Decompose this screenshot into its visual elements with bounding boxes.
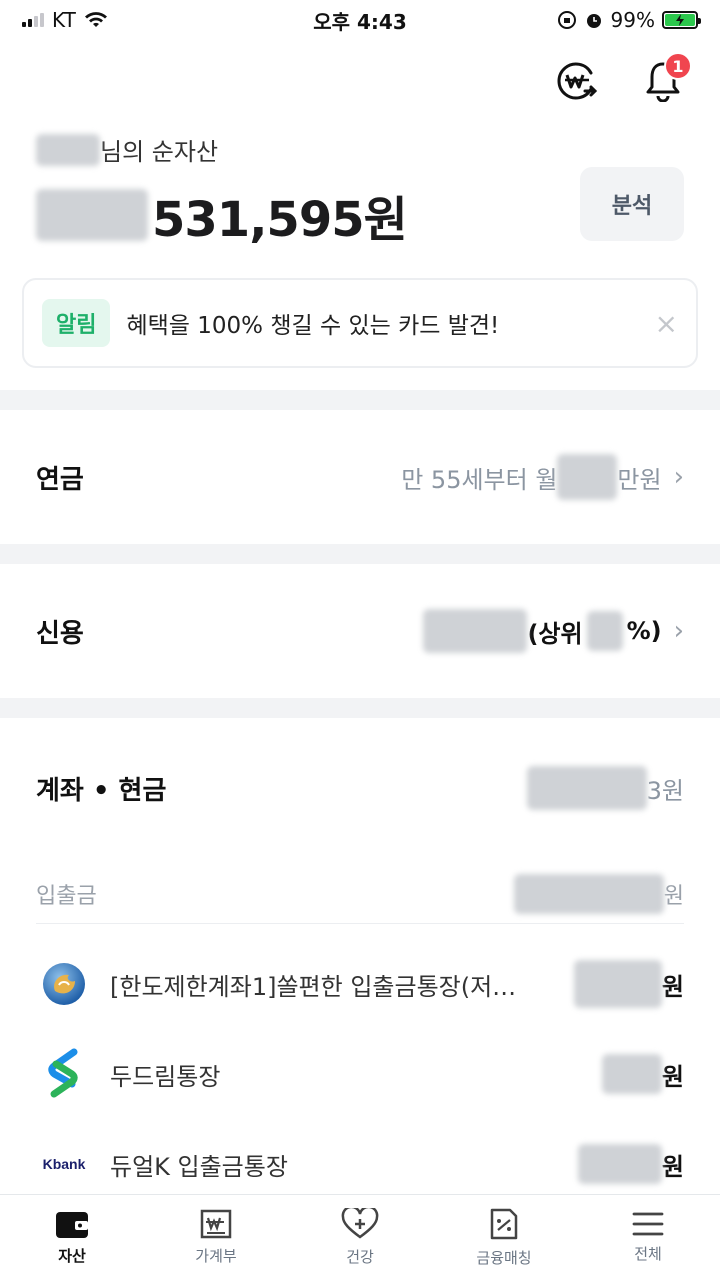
deposit-subheader: 입출금 원: [36, 864, 684, 924]
status-left: KT: [22, 8, 108, 32]
nav-label: 금융매칭: [476, 1249, 532, 1267]
credit-value-prefix: (상위: [527, 619, 583, 648]
nav-all[interactable]: 전체: [576, 1195, 720, 1280]
kbank-logo-text: Kbank: [42, 1156, 86, 1172]
won-exchange-icon: [557, 62, 598, 100]
top-actions: 1: [554, 52, 692, 104]
credit-value: (상위 %) ›: [423, 609, 684, 653]
redacted-account-amount: [601, 1054, 662, 1094]
sc-logo: [36, 1046, 92, 1102]
notice-tag: 알림: [42, 299, 111, 347]
kbank-logo: Kbank: [36, 1136, 92, 1192]
account-item[interactable]: [한도제한계좌1]쏠편한 입출금통장(저… 원: [36, 954, 684, 1014]
section-divider: [0, 544, 720, 564]
nav-assets[interactable]: 자산: [0, 1195, 144, 1280]
account-amount-suffix: 원: [661, 972, 684, 1001]
currency-exchange-button[interactable]: [554, 58, 600, 104]
account-name: [한도제한계좌1]쏠편한 입출금통장(저…: [110, 972, 517, 1001]
credit-title: 신용: [36, 618, 84, 649]
accounts-header[interactable]: 계좌 • 현금 3원: [0, 750, 720, 826]
accounts-total-suffix: 3원: [646, 776, 684, 805]
nav-label: 전체: [634, 1245, 662, 1263]
asset-label-text: 님의 순자산: [100, 138, 219, 166]
notice-banner[interactable]: 알림 혜택을 100% 챙길 수 있는 카드 발견! ×: [22, 278, 698, 368]
account-item[interactable]: 두드림통장 원: [36, 1044, 684, 1104]
redacted-amount: [36, 189, 148, 241]
account-amount: 원: [577, 1144, 684, 1184]
asset-label: 님의 순자산: [36, 132, 218, 167]
redacted-account-amount: [573, 960, 662, 1008]
battery-icon: [662, 11, 701, 29]
account-name: 두드림통장: [110, 1062, 221, 1091]
shinhan-logo: [36, 956, 92, 1012]
redacted-pension: [557, 454, 618, 500]
alarm-icon: [586, 14, 601, 28]
status-bar: KT 오후 4:43 99%: [0, 0, 720, 40]
signal-icon: [22, 13, 44, 27]
chevron-right-icon: ›: [673, 616, 684, 646]
redacted-credit-score: [423, 609, 528, 653]
section-divider: [0, 390, 720, 410]
percent-tag-icon: [490, 1208, 518, 1240]
account-item[interactable]: Kbank 듀얼K 입출금통장 원: [36, 1134, 684, 1194]
asset-amount-text: 531,595원: [152, 192, 408, 248]
redacted-account-amount: [577, 1144, 662, 1184]
account-amount-suffix: 원: [661, 1152, 684, 1181]
account-name: 듀얼K 입출금통장: [110, 1152, 288, 1181]
nav-health[interactable]: 건강: [288, 1195, 432, 1280]
section-divider: [0, 698, 720, 718]
credit-row[interactable]: 신용 (상위 %) ›: [0, 564, 720, 698]
battery-percent: 99%: [610, 8, 655, 32]
status-right: 99%: [557, 8, 701, 32]
screen: KT 오후 4:43 99% 1 님의 순자산 531,595원 분석 알림 혜…: [0, 0, 720, 1280]
chevron-right-icon: ›: [673, 462, 684, 492]
deposit-subtotal: 원: [513, 873, 684, 914]
analysis-button[interactable]: 분석: [580, 167, 684, 241]
orientation-lock-icon: [557, 11, 576, 29]
heart-plus-icon: [341, 1208, 379, 1239]
menu-icon: [632, 1212, 664, 1236]
pension-title: 연금: [36, 464, 84, 495]
pension-value-suffix: 만원: [617, 465, 662, 494]
redacted-credit-rank: [586, 611, 623, 651]
account-amount-suffix: 원: [661, 1062, 684, 1091]
nav-finance-matching[interactable]: 금융매칭: [432, 1195, 576, 1280]
nav-ledger[interactable]: 가계부: [144, 1195, 288, 1280]
wallet-icon: [56, 1212, 88, 1238]
redacted-subtotal: [513, 873, 664, 914]
deposit-subheader-title: 입출금: [36, 883, 97, 909]
account-amount: 원: [601, 1054, 684, 1094]
pension-value: 만 55세부터 월 만원 ›: [401, 454, 684, 500]
asset-amount: 531,595원: [36, 180, 408, 250]
accounts-total: 3원: [526, 766, 684, 810]
ledger-icon: [200, 1209, 232, 1239]
close-icon[interactable]: ×: [655, 307, 678, 340]
nav-label: 자산: [58, 1247, 86, 1265]
redacted-name: [36, 133, 100, 166]
redacted-total: [526, 766, 647, 810]
pension-row[interactable]: 연금 만 55세부터 월 만원 ›: [0, 410, 720, 544]
nav-label: 가계부: [195, 1247, 237, 1265]
notice-text: 혜택을 100% 챙길 수 있는 카드 발견!: [126, 313, 500, 339]
notification-button[interactable]: 1: [640, 52, 692, 104]
credit-value-suffix: %): [626, 617, 662, 645]
carrier-label: KT: [52, 8, 76, 32]
nav-label: 건강: [346, 1248, 374, 1266]
bottom-nav: 자산 가계부 건강 금융매칭 전체: [0, 1194, 720, 1280]
pension-value-prefix: 만 55세부터 월: [401, 465, 558, 494]
wifi-icon: [84, 12, 107, 27]
accounts-title: 계좌 • 현금: [36, 775, 167, 806]
notification-badge: 1: [664, 52, 692, 80]
deposit-subtotal-suffix: 원: [663, 883, 684, 909]
account-amount: 원: [573, 960, 684, 1008]
